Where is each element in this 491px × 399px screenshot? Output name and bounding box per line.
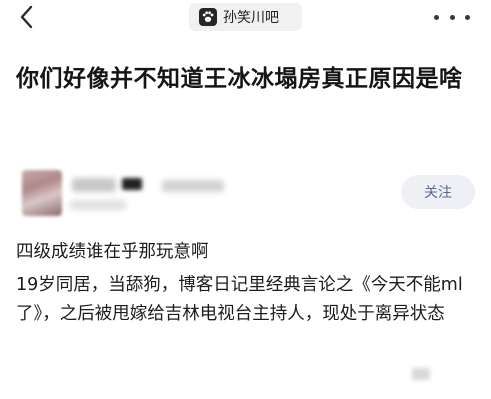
content-paragraph: 19岁同居，当舔狗，博客日记里经典言论之《今天不能ml了》，之后被甩嫁给吉林电视…: [16, 275, 463, 324]
avatar[interactable]: [22, 170, 62, 216]
author-row: 关注: [0, 166, 491, 222]
forum-link[interactable]: 孙笑川吧: [189, 3, 302, 31]
post-page: 孙笑川吧 你们好像并不知道王冰冰塌房真正原因是啥 关注 四级成绩谁在乎那玩意啊 …: [0, 0, 491, 399]
author-meta-redacted: [70, 200, 126, 210]
post-content: 四级成绩谁在乎那玩意啊 19岁同居，当舔狗，博客日记里经典言论之《今天不能ml了…: [16, 238, 476, 329]
post-title: 你们好像并不知道王冰冰塌房真正原因是啥: [16, 66, 463, 92]
back-button[interactable]: [14, 4, 40, 30]
paw-icon: [199, 8, 217, 26]
author-name-redacted[interactable]: [72, 178, 116, 192]
author-badge-redacted: [122, 178, 142, 190]
watermark-redacted: [412, 368, 430, 380]
chevron-left-icon: [20, 5, 33, 29]
author-tag-redacted: [162, 180, 224, 192]
top-nav-bar: 孙笑川吧: [0, 0, 491, 36]
more-dots-icon: [434, 14, 439, 20]
forum-name: 孙笑川吧: [223, 10, 279, 26]
more-options-button[interactable]: [434, 12, 470, 22]
content-paragraph: 四级成绩谁在乎那玩意啊: [16, 242, 209, 262]
follow-button[interactable]: 关注: [401, 175, 475, 209]
